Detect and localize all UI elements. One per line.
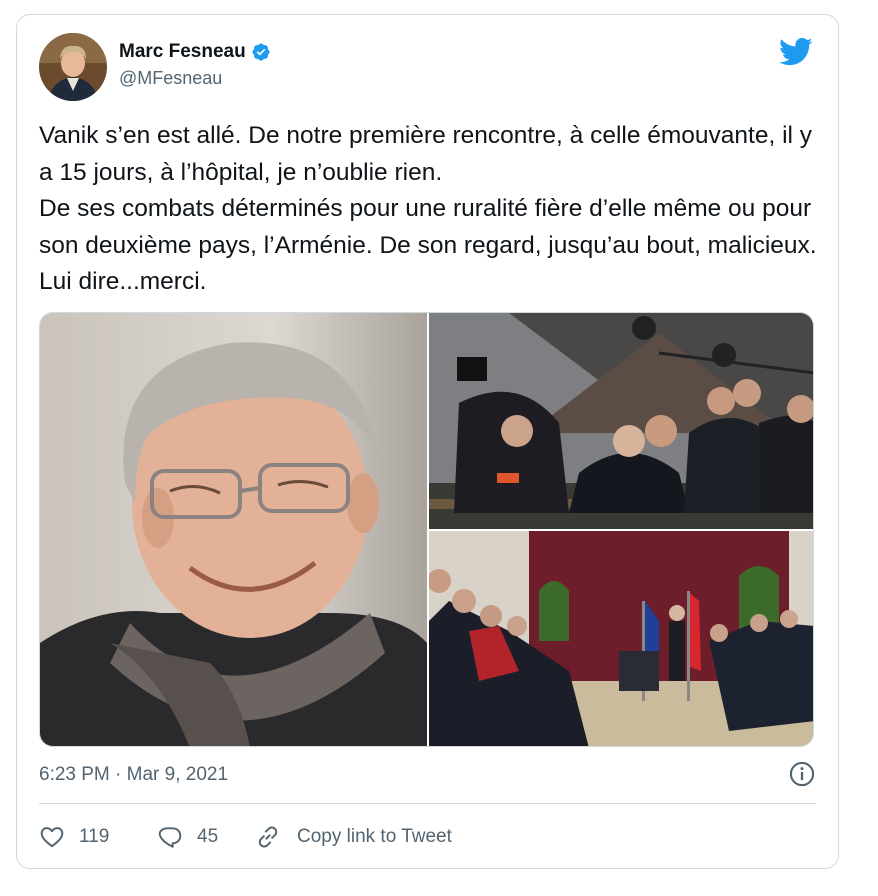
heart-icon (40, 827, 64, 848)
tweet-timestamp[interactable]: 6:23 PM · Mar 9, 2021 (39, 764, 228, 786)
reply-count: 45 (197, 826, 219, 847)
like-count: 119 (79, 826, 110, 847)
copy-link-button[interactable]: Copy link to Tweet (255, 824, 452, 850)
reply-button[interactable]: 45 (157, 824, 255, 850)
divider (39, 803, 816, 804)
tweet-date[interactable]: Mar 9, 2021 (127, 764, 228, 785)
meta-separator: · (109, 764, 127, 785)
tweet-card: Marc Fesneau @MFesneau Vanik s’en est al… (16, 14, 839, 869)
media-grid (39, 312, 814, 747)
link-icon (258, 826, 278, 848)
action-bar: 119 45 Copy link to Tweet (39, 821, 452, 853)
photo-hall-meeting[interactable] (429, 531, 813, 746)
like-button[interactable]: 119 (39, 824, 157, 850)
tweet-text: Vanik s’en est allé. De notre première r… (39, 122, 817, 296)
copy-link-label: Copy link to Tweet (297, 826, 452, 847)
verified-badge-icon (251, 42, 271, 62)
twitter-bird-icon[interactable] (779, 37, 813, 67)
info-icon[interactable] (788, 760, 816, 788)
reply-bubble-icon (158, 827, 182, 848)
author-handle[interactable]: @MFesneau (119, 68, 222, 89)
avatar[interactable] (39, 33, 107, 101)
author-display-name[interactable]: Marc Fesneau (119, 41, 246, 63)
photo-portrait[interactable] (40, 313, 427, 746)
tweet-time[interactable]: 6:23 PM (39, 764, 110, 785)
photo-press-scene[interactable] (429, 313, 813, 529)
